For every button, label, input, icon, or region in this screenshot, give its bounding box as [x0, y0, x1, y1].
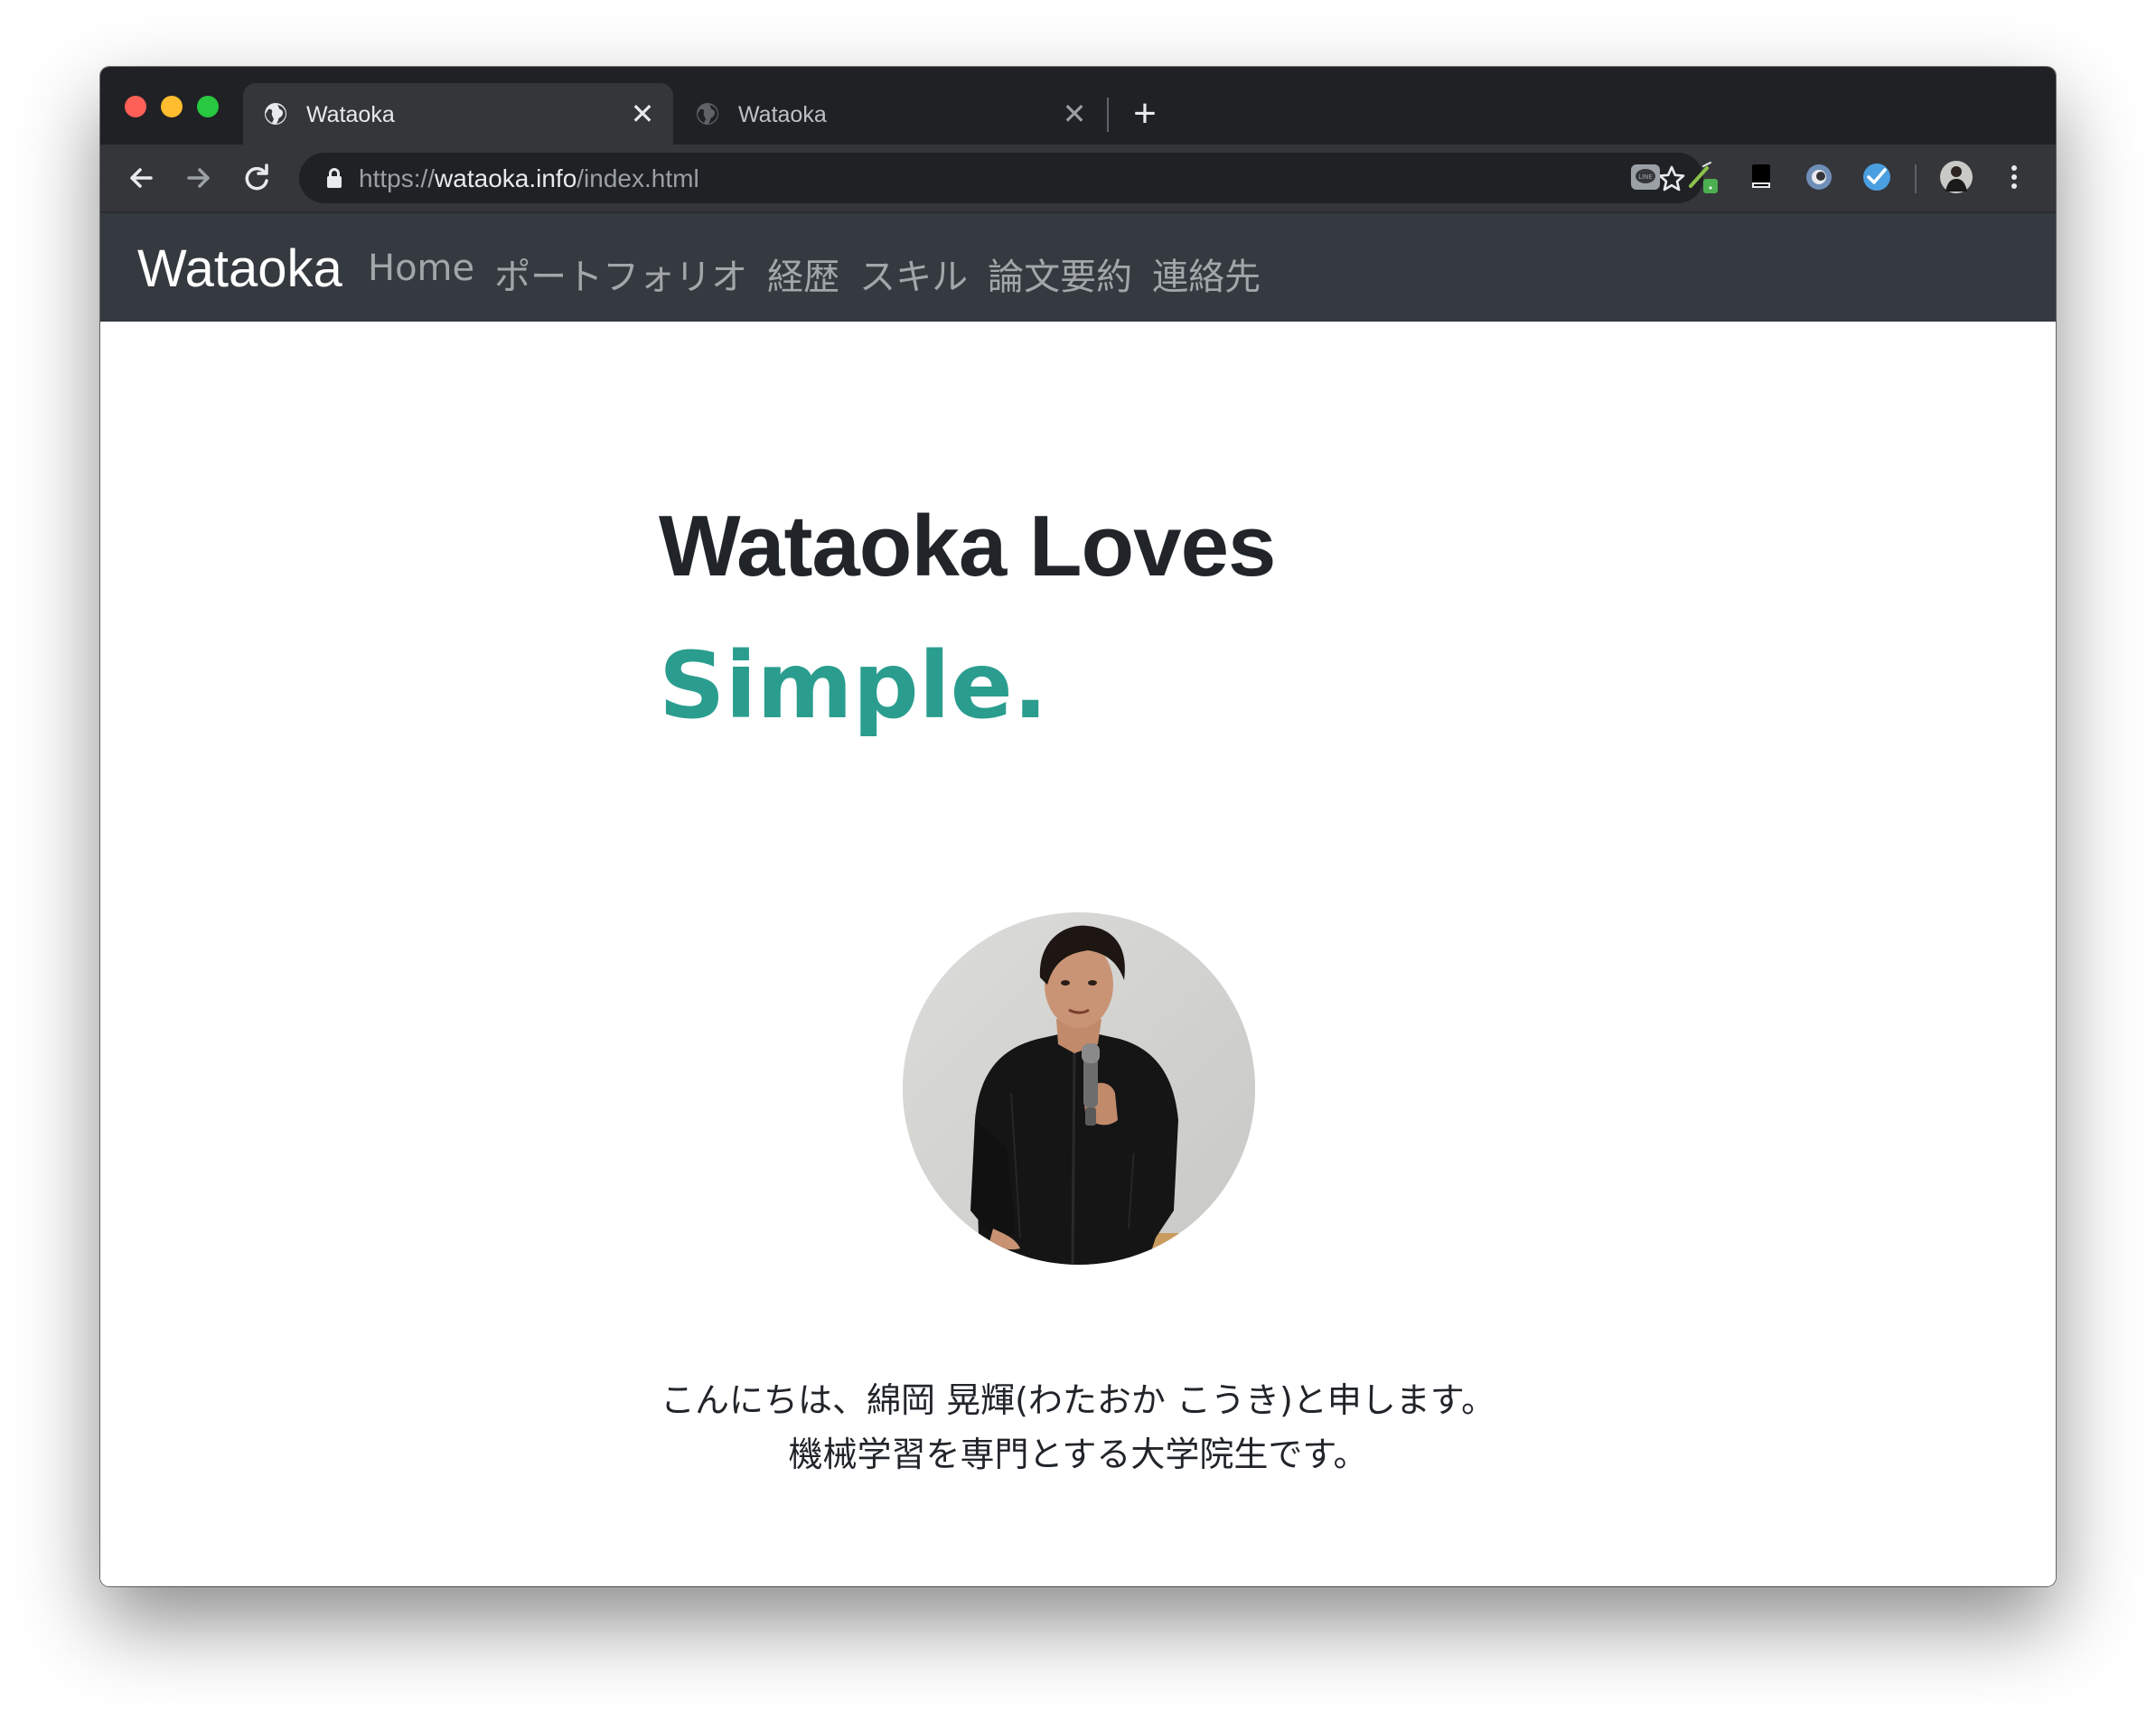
nav-link-skills[interactable]: スキル	[859, 248, 968, 300]
tab-title: Wataoka	[306, 102, 395, 127]
person-speaking-image	[903, 912, 1255, 1265]
tab-title: Wataoka	[738, 102, 827, 127]
url-text: https://wataoka.info/index.html	[359, 164, 699, 193]
lock-icon	[327, 168, 342, 188]
maximize-window-button[interactable]	[197, 96, 219, 117]
reload-icon[interactable]	[234, 155, 279, 201]
hero-accent-text: Simple.	[659, 632, 1048, 740]
intro-line-1: こんにちは、綿岡 晃輝(わたおか こうき)と申します。	[660, 1380, 1495, 1420]
svg-text:LINE: LINE	[1638, 173, 1653, 181]
hero-heading: Wataoka Loves	[659, 498, 1276, 594]
browser-toolbar: https://wataoka.info/index.html LINE	[100, 145, 2056, 213]
intro-line-2: 機械学習を専門とする大学院生です。	[788, 1435, 1368, 1474]
nav-link-home[interactable]: Home	[368, 248, 474, 300]
url-host: wataoka.info	[435, 164, 577, 192]
nav-link-paper-summaries[interactable]: 論文要約	[988, 248, 1132, 300]
back-arrow-icon[interactable]	[118, 155, 164, 201]
close-tab-icon[interactable]: ✕	[1056, 96, 1092, 132]
nav-links: Home ポートフォリオ 経歴 スキル 論文要約 連絡先	[368, 248, 1261, 300]
circle-extension-icon[interactable]	[1801, 159, 1837, 195]
tab-inactive[interactable]: Wataoka ✕	[675, 83, 1105, 145]
intro-text: こんにちは、綿岡 晃輝(わたおか こうき)と申します。 機械学習を専門とする大学…	[100, 1373, 2056, 1482]
address-bar[interactable]: https://wataoka.info/index.html	[299, 153, 1703, 203]
toolbar-separator	[1915, 164, 1917, 193]
nav-link-career[interactable]: 経歴	[767, 248, 839, 300]
main-content: Wataoka Loves Simple. こんにちは、綿岡 晃輝(わたおか こ…	[100, 322, 2056, 1586]
site-navbar: Wataoka Home ポートフォリオ 経歴 スキル 論文要約 連絡先	[100, 213, 2056, 322]
forward-arrow-icon[interactable]	[176, 155, 221, 201]
url-scheme: https://	[359, 164, 436, 192]
pen-icon[interactable]	[1685, 159, 1721, 195]
browser-window: Wataoka ✕ Wataoka ✕ + https://wataoka.in…	[100, 67, 2056, 1586]
site-brand-link[interactable]: Wataoka	[137, 238, 342, 299]
new-tab-button[interactable]: +	[1123, 92, 1167, 136]
line-icon[interactable]: LINE	[1627, 159, 1664, 195]
nav-link-contact[interactable]: 連絡先	[1152, 248, 1261, 300]
url-path: /index.html	[576, 164, 699, 192]
globe-icon	[265, 103, 286, 125]
globe-icon	[697, 103, 718, 125]
kebab-menu-icon[interactable]	[1996, 159, 2032, 195]
tab-strip: Wataoka ✕ Wataoka ✕ +	[100, 67, 2056, 145]
profile-avatar-icon[interactable]	[1938, 159, 1974, 195]
minimize-window-button[interactable]	[161, 96, 183, 117]
nav-link-portfolio[interactable]: ポートフォリオ	[494, 248, 747, 300]
bookmark-icon[interactable]	[1743, 159, 1779, 195]
profile-photo	[903, 912, 1255, 1265]
close-window-button[interactable]	[125, 96, 146, 117]
tab-active[interactable]: Wataoka ✕	[243, 83, 673, 145]
tab-divider	[1107, 98, 1109, 132]
close-tab-icon[interactable]: ✕	[624, 96, 661, 132]
check-extension-icon[interactable]	[1859, 159, 1895, 195]
